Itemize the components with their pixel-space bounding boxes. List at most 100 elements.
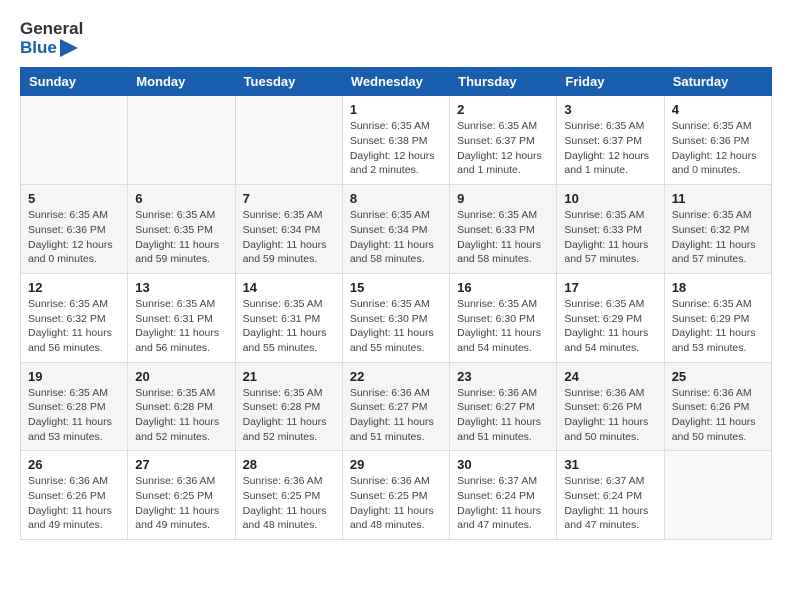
calendar-header-row: SundayMondayTuesdayWednesdayThursdayFrid… (21, 68, 772, 96)
calendar-cell: 15 Sunrise: 6:35 AM Sunset: 6:30 PM Dayli… (342, 273, 449, 362)
logo-arrow-icon (60, 39, 78, 57)
day-info: Sunrise: 6:36 AM Sunset: 6:25 PM Dayligh… (243, 474, 335, 533)
calendar-week-1: 1 Sunrise: 6:35 AM Sunset: 6:38 PM Daylig… (21, 96, 772, 185)
day-info: Sunrise: 6:35 AM Sunset: 6:38 PM Dayligh… (350, 119, 442, 178)
day-number: 12 (28, 280, 120, 295)
day-number: 13 (135, 280, 227, 295)
calendar-cell: 25 Sunrise: 6:36 AM Sunset: 6:26 PM Dayli… (664, 362, 771, 451)
day-number: 5 (28, 191, 120, 206)
calendar-cell: 24 Sunrise: 6:36 AM Sunset: 6:26 PM Dayli… (557, 362, 664, 451)
calendar-cell: 26 Sunrise: 6:36 AM Sunset: 6:26 PM Dayli… (21, 451, 128, 540)
calendar-cell: 6Sunrise: 6:35 AM Sunset: 6:35 PM Daylig… (128, 185, 235, 274)
day-number: 11 (672, 191, 764, 206)
day-info: Sunrise: 6:35 AM Sunset: 6:31 PM Dayligh… (135, 297, 227, 356)
logo-text: General Blue (20, 20, 83, 57)
calendar-cell (664, 451, 771, 540)
day-number: 17 (564, 280, 656, 295)
day-number: 10 (564, 191, 656, 206)
calendar-cell: 4Sunrise: 6:35 AM Sunset: 6:36 PM Daylig… (664, 96, 771, 185)
day-number: 20 (135, 369, 227, 384)
day-number: 8 (350, 191, 442, 206)
calendar-cell: 21Sunrise: 6:35 AM Sunset: 6:28 PM Dayli… (235, 362, 342, 451)
calendar-cell: 3 Sunrise: 6:35 AM Sunset: 6:37 PM Daylig… (557, 96, 664, 185)
calendar-week-2: 5Sunrise: 6:35 AM Sunset: 6:36 PM Daylig… (21, 185, 772, 274)
day-number: 14 (243, 280, 335, 295)
day-info: Sunrise: 6:35 AM Sunset: 6:29 PM Dayligh… (564, 297, 656, 356)
day-number: 26 (28, 457, 120, 472)
calendar-cell (235, 96, 342, 185)
day-number: 4 (672, 102, 764, 117)
logo-general: General (20, 20, 83, 39)
calendar-cell: 19Sunrise: 6:35 AM Sunset: 6:28 PM Dayli… (21, 362, 128, 451)
day-info: Sunrise: 6:35 AM Sunset: 6:37 PM Dayligh… (457, 119, 549, 178)
calendar-cell: 14 Sunrise: 6:35 AM Sunset: 6:31 PM Dayli… (235, 273, 342, 362)
calendar-cell: 2 Sunrise: 6:35 AM Sunset: 6:37 PM Daylig… (450, 96, 557, 185)
calendar-cell: 11 Sunrise: 6:35 AM Sunset: 6:32 PM Dayli… (664, 185, 771, 274)
day-number: 2 (457, 102, 549, 117)
calendar-cell: 12 Sunrise: 6:35 AM Sunset: 6:32 PM Dayli… (21, 273, 128, 362)
calendar-week-3: 12 Sunrise: 6:35 AM Sunset: 6:32 PM Dayli… (21, 273, 772, 362)
logo-blue: Blue (20, 39, 83, 58)
day-info: Sunrise: 6:35 AM Sunset: 6:32 PM Dayligh… (28, 297, 120, 356)
calendar-cell: 20 Sunrise: 6:35 AM Sunset: 6:28 PM Dayli… (128, 362, 235, 451)
day-number: 27 (135, 457, 227, 472)
calendar-cell: 7 Sunrise: 6:35 AM Sunset: 6:34 PM Daylig… (235, 185, 342, 274)
day-number: 16 (457, 280, 549, 295)
day-number: 29 (350, 457, 442, 472)
day-info: Sunrise: 6:36 AM Sunset: 6:26 PM Dayligh… (28, 474, 120, 533)
calendar-table: SundayMondayTuesdayWednesdayThursdayFrid… (20, 67, 772, 540)
day-info: Sunrise: 6:35 AM Sunset: 6:28 PM Dayligh… (243, 386, 335, 445)
day-info: Sunrise: 6:35 AM Sunset: 6:28 PM Dayligh… (135, 386, 227, 445)
calendar-cell: 28 Sunrise: 6:36 AM Sunset: 6:25 PM Dayli… (235, 451, 342, 540)
calendar-cell: 29 Sunrise: 6:36 AM Sunset: 6:25 PM Dayli… (342, 451, 449, 540)
day-number: 25 (672, 369, 764, 384)
day-info: Sunrise: 6:35 AM Sunset: 6:30 PM Dayligh… (457, 297, 549, 356)
day-number: 9 (457, 191, 549, 206)
calendar-cell: 17 Sunrise: 6:35 AM Sunset: 6:29 PM Dayli… (557, 273, 664, 362)
calendar-week-4: 19Sunrise: 6:35 AM Sunset: 6:28 PM Dayli… (21, 362, 772, 451)
calendar-cell: 5Sunrise: 6:35 AM Sunset: 6:36 PM Daylig… (21, 185, 128, 274)
day-info: Sunrise: 6:36 AM Sunset: 6:25 PM Dayligh… (135, 474, 227, 533)
calendar-cell: 16 Sunrise: 6:35 AM Sunset: 6:30 PM Dayli… (450, 273, 557, 362)
day-info: Sunrise: 6:37 AM Sunset: 6:24 PM Dayligh… (457, 474, 549, 533)
calendar-cell: 13 Sunrise: 6:35 AM Sunset: 6:31 PM Dayli… (128, 273, 235, 362)
day-number: 15 (350, 280, 442, 295)
day-number: 1 (350, 102, 442, 117)
day-number: 30 (457, 457, 549, 472)
day-number: 31 (564, 457, 656, 472)
column-header-thursday: Thursday (450, 68, 557, 96)
day-info: Sunrise: 6:35 AM Sunset: 6:32 PM Dayligh… (672, 208, 764, 267)
logo: General Blue (20, 20, 83, 57)
day-number: 23 (457, 369, 549, 384)
day-info: Sunrise: 6:35 AM Sunset: 6:34 PM Dayligh… (243, 208, 335, 267)
day-info: Sunrise: 6:35 AM Sunset: 6:37 PM Dayligh… (564, 119, 656, 178)
calendar-cell: 22 Sunrise: 6:36 AM Sunset: 6:27 PM Dayli… (342, 362, 449, 451)
day-info: Sunrise: 6:35 AM Sunset: 6:30 PM Dayligh… (350, 297, 442, 356)
day-info: Sunrise: 6:35 AM Sunset: 6:28 PM Dayligh… (28, 386, 120, 445)
day-info: Sunrise: 6:35 AM Sunset: 6:31 PM Dayligh… (243, 297, 335, 356)
day-info: Sunrise: 6:36 AM Sunset: 6:25 PM Dayligh… (350, 474, 442, 533)
day-info: Sunrise: 6:36 AM Sunset: 6:26 PM Dayligh… (672, 386, 764, 445)
calendar-cell: 9Sunrise: 6:35 AM Sunset: 6:33 PM Daylig… (450, 185, 557, 274)
calendar-cell: 18Sunrise: 6:35 AM Sunset: 6:29 PM Dayli… (664, 273, 771, 362)
day-number: 7 (243, 191, 335, 206)
column-header-monday: Monday (128, 68, 235, 96)
day-info: Sunrise: 6:35 AM Sunset: 6:34 PM Dayligh… (350, 208, 442, 267)
day-info: Sunrise: 6:36 AM Sunset: 6:27 PM Dayligh… (457, 386, 549, 445)
day-info: Sunrise: 6:36 AM Sunset: 6:26 PM Dayligh… (564, 386, 656, 445)
day-info: Sunrise: 6:35 AM Sunset: 6:29 PM Dayligh… (672, 297, 764, 356)
day-number: 22 (350, 369, 442, 384)
day-info: Sunrise: 6:36 AM Sunset: 6:27 PM Dayligh… (350, 386, 442, 445)
calendar-cell: 8 Sunrise: 6:35 AM Sunset: 6:34 PM Daylig… (342, 185, 449, 274)
day-number: 3 (564, 102, 656, 117)
day-info: Sunrise: 6:35 AM Sunset: 6:35 PM Dayligh… (135, 208, 227, 267)
day-number: 24 (564, 369, 656, 384)
column-header-tuesday: Tuesday (235, 68, 342, 96)
day-number: 28 (243, 457, 335, 472)
column-header-sunday: Sunday (21, 68, 128, 96)
day-info: Sunrise: 6:35 AM Sunset: 6:33 PM Dayligh… (564, 208, 656, 267)
day-info: Sunrise: 6:37 AM Sunset: 6:24 PM Dayligh… (564, 474, 656, 533)
header: General Blue (20, 20, 772, 57)
calendar-cell: 10 Sunrise: 6:35 AM Sunset: 6:33 PM Dayli… (557, 185, 664, 274)
calendar-cell: 30 Sunrise: 6:37 AM Sunset: 6:24 PM Dayli… (450, 451, 557, 540)
